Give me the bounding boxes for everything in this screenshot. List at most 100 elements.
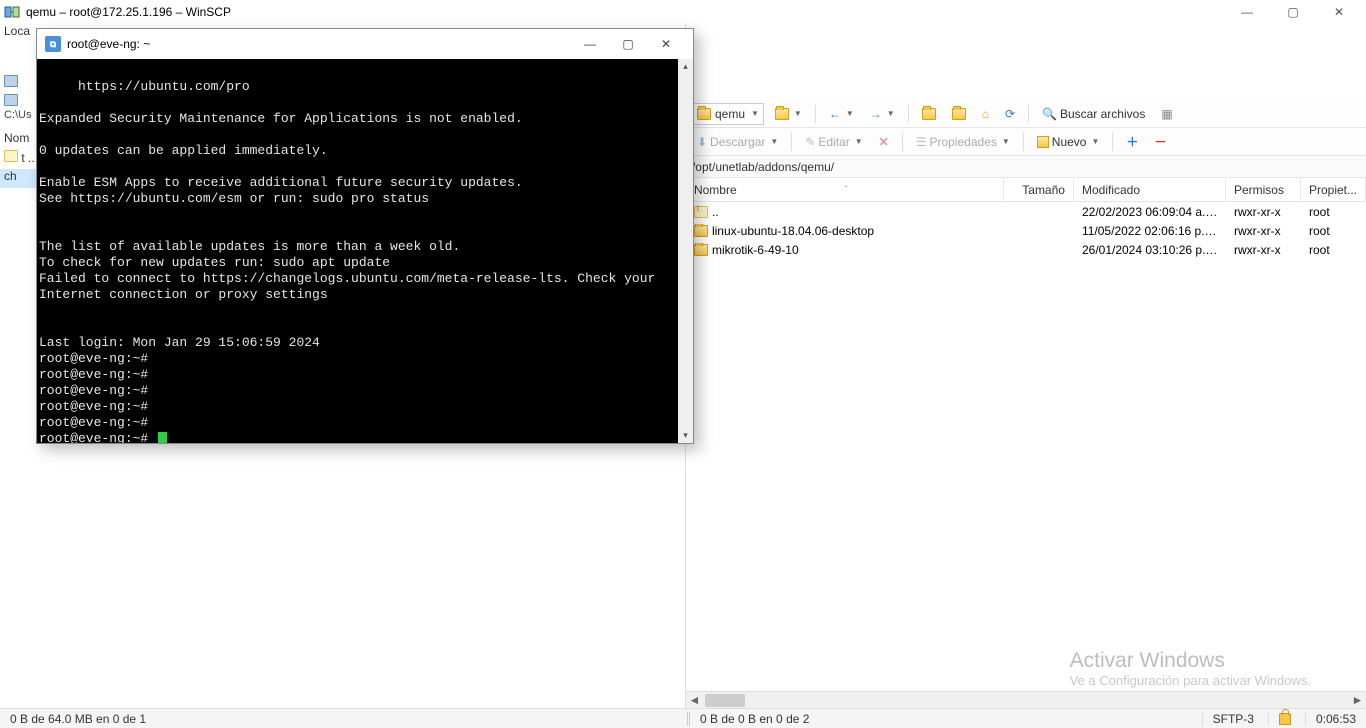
selected-row-fragment[interactable]: ch <box>0 169 37 188</box>
arrow-right-icon: → <box>870 107 882 121</box>
col-modified[interactable]: Modificado <box>1074 178 1226 201</box>
properties-icon: ☰ <box>916 135 927 149</box>
col-size[interactable]: Tamaño <box>1004 178 1074 201</box>
refresh-icon: ⟳ <box>1005 107 1015 121</box>
scroll-thumb[interactable] <box>705 694 745 707</box>
horizontal-scrollbar[interactable]: ◄ ► <box>686 691 1366 708</box>
remote-action-toolbar: ⬇Descargar▼ ✎Editar▼ ✕ ☰Propiedades▼ Nue… <box>686 128 1366 156</box>
select-plus-button[interactable]: ＋ <box>1121 131 1143 153</box>
terminal-title: root@eve-ng: ~ <box>67 37 571 51</box>
left-panel-strip: Loca C:\Us Nom t .. ch <box>0 24 37 454</box>
file-perms: rwxr-xr-x <box>1226 205 1301 219</box>
main-titlebar: qemu – root@172.25.1.196 – WinSCP — ▢ ✕ <box>0 0 1366 24</box>
folder-up-icon <box>4 150 18 162</box>
delete-button[interactable]: ✕ <box>874 131 894 153</box>
filter-button[interactable]: ▦ <box>1156 103 1177 125</box>
remote-path-bar[interactable]: /opt/unetlab/addons/qemu/ <box>686 156 1366 178</box>
file-perms: rwxr-xr-x <box>1226 224 1301 238</box>
forward-button[interactable]: →▼ <box>865 103 900 125</box>
remote-nav-toolbar: qemu ▼ ▼ ←▼ →▼ ⌂ ⟳ 🔍Buscar archivos ▦ <box>686 100 1366 128</box>
terminal-cursor <box>158 432 167 443</box>
remote-folder-combo[interactable]: qemu ▼ <box>692 103 764 125</box>
root-button[interactable] <box>947 103 971 125</box>
arrow-left-icon: ← <box>829 107 841 121</box>
new-folder-icon <box>1037 136 1049 148</box>
folder-icon <box>694 225 708 237</box>
file-owner: root <box>1301 224 1366 238</box>
file-perms: rwxr-xr-x <box>1226 243 1301 257</box>
download-icon: ⬇ <box>697 135 707 149</box>
minus-icon: － <box>1154 133 1166 150</box>
delete-icon: ✕ <box>879 135 889 149</box>
terminal-minimize-button[interactable]: — <box>571 30 609 58</box>
plus-icon: ＋ <box>1126 133 1138 150</box>
file-modified: 22/02/2023 06:09:04 a. m. <box>1074 205 1226 219</box>
table-row[interactable]: mikrotik-6-49-10 26/01/2024 03:10:26 p. m… <box>686 240 1366 259</box>
search-label: Buscar archivos <box>1060 107 1145 121</box>
new-session-button[interactable]: ▼ <box>770 103 807 125</box>
minimize-button[interactable]: — <box>1224 0 1270 24</box>
search-button[interactable]: 🔍Buscar archivos <box>1037 103 1150 125</box>
parent-row-fragment[interactable]: t .. <box>0 150 37 169</box>
file-name: mikrotik-6-49-10 <box>712 243 799 257</box>
remote-folder-name: qemu <box>715 107 745 121</box>
terminal-close-button[interactable]: ✕ <box>647 30 685 58</box>
file-name: .. <box>712 205 719 219</box>
folder-root-icon <box>952 108 966 120</box>
home-icon: ⌂ <box>982 107 989 121</box>
edit-button[interactable]: ✎Editar▼ <box>800 131 867 153</box>
remote-path-text: /opt/unetlab/addons/qemu/ <box>692 160 834 174</box>
scroll-left-icon[interactable]: ◄ <box>686 693 703 707</box>
terminal-output: https://ubuntu.com/pro Expanded Security… <box>37 59 693 443</box>
scroll-up-icon[interactable]: ▴ <box>678 59 693 74</box>
select-minus-button[interactable]: － <box>1149 131 1171 153</box>
main-title: qemu – root@172.25.1.196 – WinSCP <box>26 5 1224 19</box>
scroll-down-icon[interactable]: ▾ <box>678 428 693 443</box>
edit-icon: ✎ <box>805 135 815 149</box>
table-row[interactable]: linux-ubuntu-18.04.06-desktop11/05/2022 … <box>686 221 1366 240</box>
close-button[interactable]: ✕ <box>1316 0 1362 24</box>
file-owner: root <box>1301 205 1366 219</box>
col-name[interactable]: Nombreˆ <box>686 178 1004 201</box>
file-name: linux-ubuntu-18.04.06-desktop <box>712 224 874 238</box>
drive-icon[interactable] <box>4 94 18 106</box>
file-owner: root <box>1301 243 1366 257</box>
remote-file-header: Nombreˆ Tamaño Modificado Permisos Propi… <box>686 178 1366 202</box>
folder-icon <box>775 108 789 120</box>
sort-asc-icon: ˆ <box>844 185 847 194</box>
drive-icon[interactable] <box>4 75 18 87</box>
parent-dir-button[interactable] <box>917 103 941 125</box>
status-right: 0 B de 0 B en 0 de 2 <box>690 712 1202 726</box>
terminal-scrollbar[interactable]: ▴ ▾ <box>678 59 693 443</box>
terminal-window: ⧉ root@eve-ng: ~ — ▢ ✕ https://ubuntu.co… <box>36 28 694 444</box>
search-icon: 🔍 <box>1042 107 1057 121</box>
status-encryption <box>1268 713 1301 725</box>
table-row[interactable]: t.. 22/02/2023 06:09:04 a. m.rwxr-xr-xroo… <box>686 202 1366 221</box>
status-left: 0 B de 64.0 MB en 0 de 1 <box>0 712 690 726</box>
status-bar: 0 B de 64.0 MB en 0 de 1 0 B de 0 B en 0… <box>0 708 1366 728</box>
filter-icon: ▦ <box>1161 107 1172 121</box>
folder-icon <box>694 244 708 256</box>
remote-pane: qemu ▼ ▼ ←▼ →▼ ⌂ ⟳ 🔍Buscar archivos ▦ ⬇D… <box>686 24 1366 708</box>
terminal-maximize-button[interactable]: ▢ <box>609 30 647 58</box>
status-time: 0:06:53 <box>1305 712 1366 726</box>
folder-up-icon: t <box>694 206 708 218</box>
local-label-fragment: Loca <box>0 24 37 43</box>
terminal-body[interactable]: https://ubuntu.com/pro Expanded Security… <box>37 59 693 443</box>
new-button[interactable]: Nuevo▼ <box>1032 131 1105 153</box>
folder-icon <box>697 108 711 120</box>
refresh-button[interactable]: ⟳ <box>1000 103 1020 125</box>
maximize-button[interactable]: ▢ <box>1270 0 1316 24</box>
col-name-fragment: Nom <box>0 131 37 150</box>
terminal-titlebar[interactable]: ⧉ root@eve-ng: ~ — ▢ ✕ <box>37 29 693 59</box>
download-button[interactable]: ⬇Descargar▼ <box>692 131 783 153</box>
col-perms[interactable]: Permisos <box>1226 178 1301 201</box>
home-button[interactable]: ⌂ <box>977 103 994 125</box>
file-modified: 26/01/2024 03:10:26 p. m. <box>1074 243 1226 257</box>
properties-button[interactable]: ☰Propiedades▼ <box>911 131 1015 153</box>
col-owner[interactable]: Propiet... <box>1301 178 1366 201</box>
scroll-right-icon[interactable]: ► <box>1349 693 1366 707</box>
remote-file-list[interactable]: t..22/02/2023 06:09:04 a. m.rwxr-xr-xroo… <box>686 202 1366 691</box>
putty-icon: ⧉ <box>45 36 61 52</box>
back-button[interactable]: ←▼ <box>824 103 859 125</box>
